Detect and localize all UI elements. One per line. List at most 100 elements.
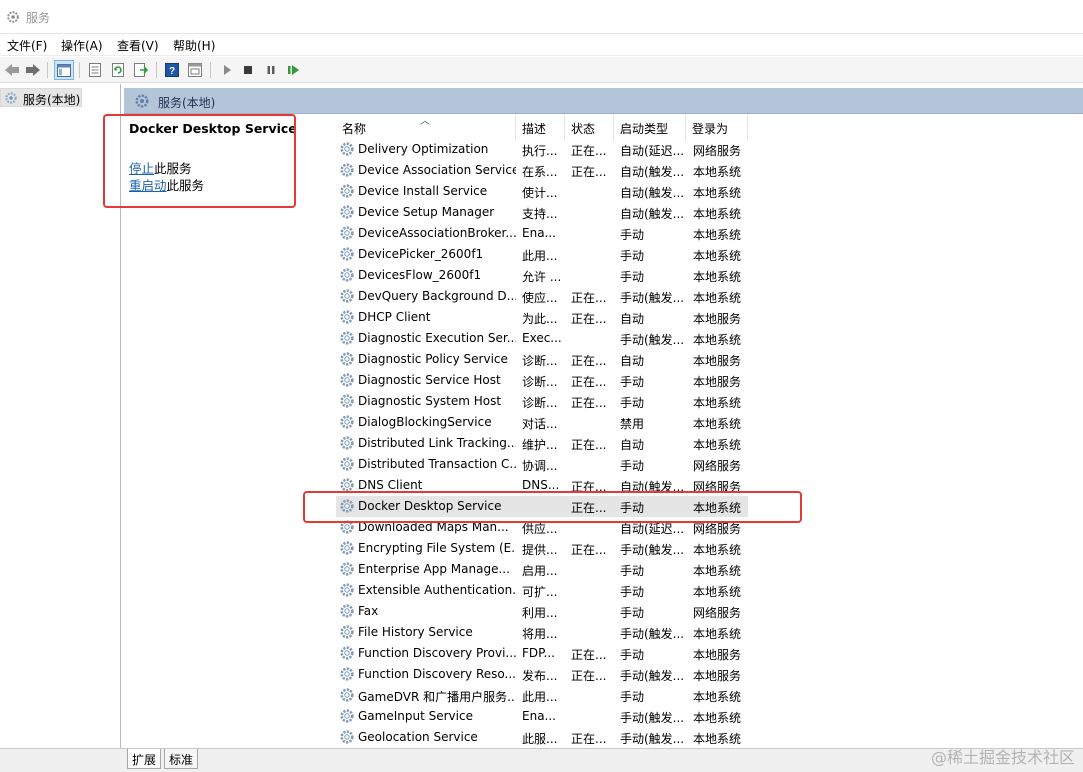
restart-icon[interactable] — [284, 60, 304, 80]
table-row[interactable]: Distributed Link Tracking... 维护... 正在... 自动… — [336, 433, 748, 454]
service-list: ︿ 名称 描述 状态 启动类型 登录为 Delivery Optimizatio… — [336, 114, 1083, 748]
service-name: Device Install Service — [358, 184, 488, 198]
console-tree-icon[interactable] — [54, 60, 74, 80]
properties-icon[interactable] — [85, 60, 105, 80]
service-startup-type: 自动(触发... — [620, 186, 685, 200]
service-description: Ena... — [522, 709, 556, 723]
service-icon — [339, 582, 355, 598]
service-startup-type: 手动(触发... — [620, 291, 685, 305]
service-name: File History Service — [358, 625, 473, 639]
table-row[interactable]: Diagnostic Service Host 诊断... 正在... 手动 本地服务 — [336, 370, 748, 391]
table-row[interactable]: Diagnostic System Host 诊断... 正在... 手动 本地系统 — [336, 391, 748, 412]
table-row[interactable]: DevicesFlow_2600f1 允许 ... 手动 本地系统 — [336, 265, 748, 286]
service-startup-type: 手动(触发... — [620, 543, 685, 557]
service-description: 在系... — [522, 165, 558, 179]
start-icon[interactable] — [217, 60, 237, 80]
service-status: 正在... — [571, 354, 607, 368]
gear-icon — [7, 11, 19, 23]
stop-icon[interactable] — [238, 60, 258, 80]
view-icon[interactable] — [185, 60, 205, 80]
service-status: 正在... — [571, 291, 607, 305]
sort-up-icon: ︿ — [420, 116, 430, 127]
table-row[interactable]: Function Discovery Provi... FDP... 正在... 手动… — [336, 643, 748, 664]
menu-bar: 文件(F) 操作(A) 查看(V) 帮助(H) — [0, 34, 1083, 56]
service-status: 正在... — [571, 438, 607, 452]
table-row[interactable]: DHCP Client 为此... 正在... 自动 本地服务 — [336, 307, 748, 328]
table-row[interactable]: Diagnostic Policy Service 诊断... 正在... 自动 本地服… — [336, 349, 748, 370]
table-row[interactable]: Docker Desktop Service 正在... 手动 本地系统 — [336, 496, 748, 517]
table-row[interactable]: Encrypting File System (E... 提供... 正在... 手动… — [336, 538, 748, 559]
service-logon-as: 本地系统 — [693, 438, 742, 452]
refresh-icon[interactable] — [108, 60, 128, 80]
table-row[interactable]: GameInput Service Ena... 手动(触发... 本地系统 — [336, 706, 748, 727]
column-header-logon-as[interactable]: 登录为 — [686, 114, 748, 140]
stop-service-link[interactable]: 停止 — [129, 161, 154, 176]
table-row[interactable]: Downloaded Maps Man... 供应... 自动(延迟... 网络服务 — [336, 517, 748, 538]
service-icon — [339, 309, 355, 325]
table-row[interactable]: Device Install Service 使计... 自动(触发... 本地系统 — [336, 181, 748, 202]
toolbar-separator — [47, 62, 48, 78]
restart-service-link[interactable]: 重启动 — [129, 178, 167, 193]
service-description: 诊断... — [522, 375, 558, 389]
service-status: 正在... — [571, 669, 607, 683]
service-logon-as: 本地系统 — [693, 585, 742, 599]
menu-action[interactable]: 操作(A) — [61, 37, 103, 54]
tab-extended[interactable]: 扩展 — [127, 749, 162, 769]
service-description: 支持... — [522, 207, 558, 221]
table-row[interactable]: Distributed Transaction C... 协调... 手动 网络服务 — [336, 454, 748, 475]
menu-file[interactable]: 文件(F) — [7, 37, 47, 54]
menu-help[interactable]: 帮助(H) — [173, 37, 215, 54]
menu-view[interactable]: 查看(V) — [117, 37, 159, 54]
service-icon — [339, 162, 355, 178]
column-header-name[interactable]: ︿ 名称 — [336, 114, 516, 140]
table-row[interactable]: Diagnostic Execution Ser... Exec... 手动(触发.… — [336, 328, 748, 349]
table-row[interactable]: DevicePicker_2600f1 此用... 手动 本地系统 — [336, 244, 748, 265]
table-row[interactable]: DevQuery Background D... 使应... 正在... 手动(触发.… — [336, 286, 748, 307]
services-icon — [135, 94, 149, 108]
table-row[interactable]: Function Discovery Reso... 发布... 正在... 手动(触… — [336, 664, 748, 685]
help-icon[interactable]: ? — [162, 60, 182, 80]
service-name: Function Discovery Reso... — [358, 667, 516, 681]
column-header-description[interactable]: 描述 — [516, 114, 565, 140]
tab-standard[interactable]: 标准 — [164, 749, 199, 769]
tree-node-services-local[interactable]: 服务(本地) — [0, 88, 82, 107]
service-logon-as: 本地服务 — [693, 354, 742, 368]
table-row[interactable]: DeviceAssociationBroker... Ena... 手动 本地系统 — [336, 223, 748, 244]
service-icon — [339, 519, 355, 535]
table-row[interactable]: Extensible Authentication... 可扩... 手动 本地系统 — [336, 580, 748, 601]
service-name: Device Setup Manager — [358, 205, 495, 219]
table-row[interactable]: Delivery Optimization 执行... 正在... 自动(延迟... 网… — [336, 139, 748, 160]
service-logon-as: 本地系统 — [693, 207, 742, 221]
service-logon-as: 本地系统 — [693, 711, 742, 725]
table-row[interactable]: Fax 利用... 手动 网络服务 — [336, 601, 748, 622]
watermark: @稀土掘金技术社区 — [930, 748, 1075, 767]
column-header-startup-type[interactable]: 启动类型 — [614, 114, 686, 140]
service-description: 利用... — [522, 606, 558, 620]
service-logon-as: 本地系统 — [693, 396, 742, 410]
service-description: 协调... — [522, 459, 558, 473]
table-row[interactable]: Device Association Service 在系... 正在... 自动(触… — [336, 160, 748, 181]
service-icon — [339, 246, 355, 262]
export-icon[interactable] — [131, 60, 151, 80]
service-startup-type: 手动 — [620, 564, 645, 578]
stop-service-suffix: 此服务 — [154, 161, 192, 176]
column-header-status[interactable]: 状态 — [565, 114, 614, 140]
back-arrow-icon[interactable] — [2, 60, 22, 80]
service-startup-type: 手动 — [620, 459, 645, 473]
table-row[interactable]: GameDVR 和广播用户服务... 此用... 手动 本地系统 — [336, 685, 748, 706]
service-logon-as: 本地系统 — [693, 249, 742, 263]
service-description: 可扩... — [522, 585, 558, 599]
tree-node-label: 服务(本地) — [23, 93, 81, 107]
table-row[interactable]: DialogBlockingService 对话... 禁用 本地系统 — [336, 412, 748, 433]
title-bar: 服务 — [0, 0, 1083, 34]
table-row[interactable]: Geolocation Service 此服... 正在... 手动(触发... 本地系… — [336, 727, 748, 748]
forward-arrow-icon[interactable] — [23, 60, 43, 80]
service-logon-as: 本地系统 — [693, 627, 742, 641]
pause-icon[interactable] — [261, 60, 281, 80]
table-row[interactable]: File History Service 将用... 手动(触发... 本地系统 — [336, 622, 748, 643]
service-icon — [339, 498, 355, 514]
table-row[interactable]: Device Setup Manager 支持... 自动(触发... 本地系统 — [336, 202, 748, 223]
service-name: Extensible Authentication... — [358, 583, 516, 597]
table-row[interactable]: DNS Client DNS... 正在... 自动(触发... 网络服务 — [336, 475, 748, 496]
table-row[interactable]: Enterprise App Manage... 启用... 手动 本地系统 — [336, 559, 748, 580]
